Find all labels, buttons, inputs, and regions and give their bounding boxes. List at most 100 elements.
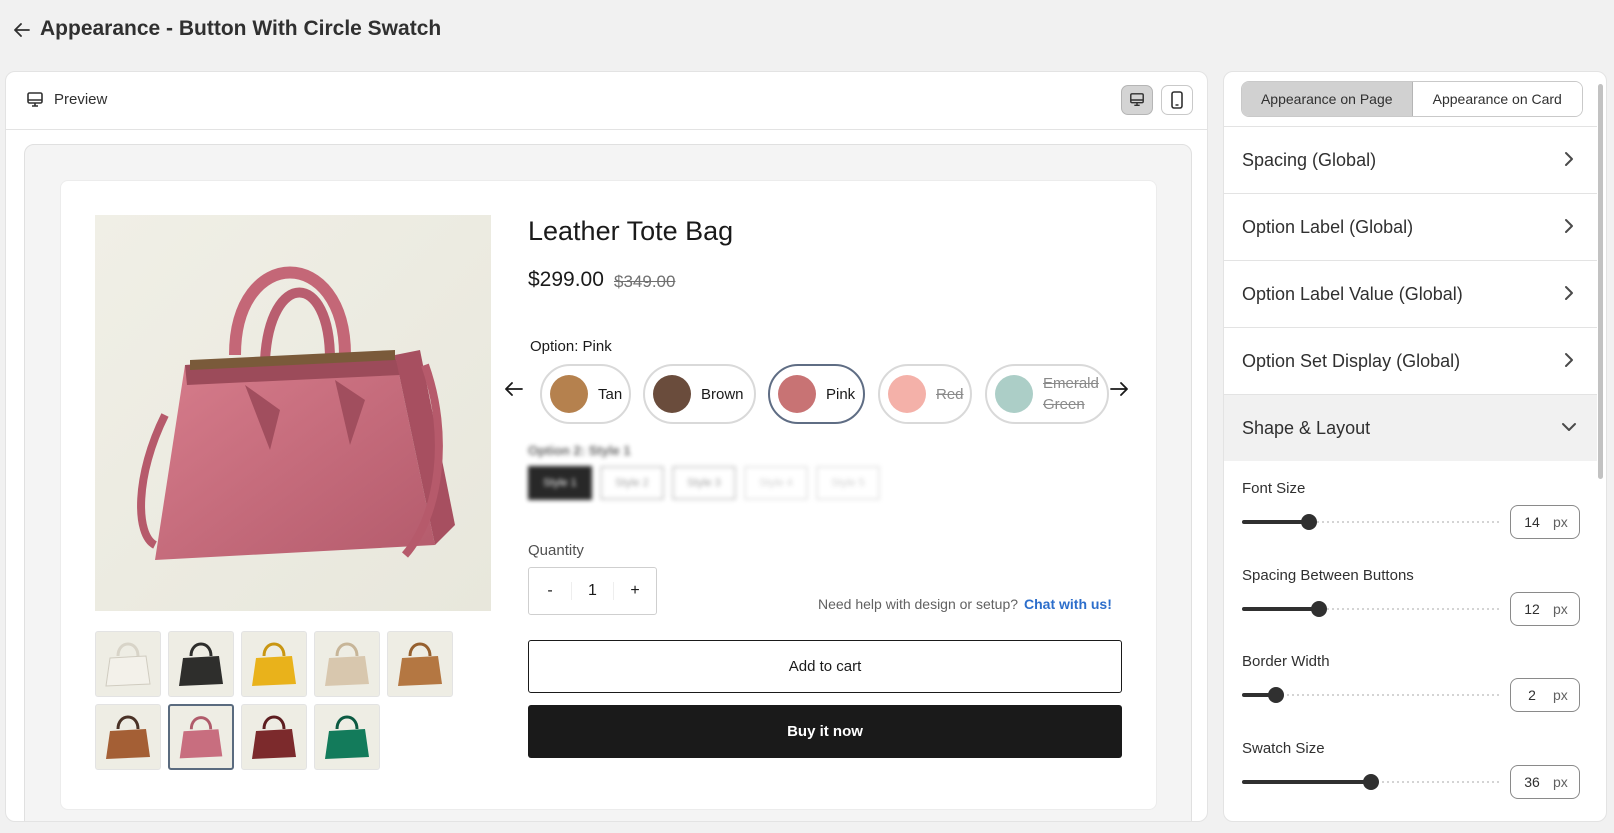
spacing-between-buttons-label: Spacing Between Buttons [1242,567,1414,584]
thumbnail-black[interactable] [168,631,234,697]
border-width-input[interactable]: 2 px [1510,678,1580,712]
style-button[interactable]: Style 2 [600,466,664,500]
swatch-size-input[interactable]: 36 px [1510,765,1580,799]
chevron-right-icon [1565,219,1573,233]
slider-handle[interactable] [1267,687,1284,703]
border-width-label: Border Width [1242,653,1330,670]
section-option-set-display[interactable]: Option Set Display (Global) [1224,327,1597,394]
quantity-increase-button[interactable]: + [614,582,656,600]
border-width-slider[interactable] [1242,687,1500,703]
quantity-label: Quantity [528,542,584,559]
product-title: Leather Tote Bag [528,216,734,246]
swatch-label: Emerald Green [1043,375,1099,413]
appearance-tabs: Appearance on Page Appearance on Card [1241,81,1583,117]
thumbnail-brown[interactable] [95,704,161,770]
section-label: Option Set Display (Global) [1242,350,1461,371]
input-unit: px [1553,687,1568,703]
input-unit: px [1553,601,1568,617]
swatch-label: Pink [826,385,856,403]
font-size-slider[interactable] [1242,514,1500,530]
swatch-color-dot [888,375,926,413]
section-spacing[interactable]: Spacing (Global) [1224,126,1597,193]
buy-now-button[interactable]: Buy it now [528,705,1122,758]
input-value: 14 [1524,514,1540,530]
section-option-label-value[interactable]: Option Label Value (Global) [1224,260,1597,327]
preview-canvas: Leather Tote Bag $299.00 $349.00 Option:… [24,144,1192,821]
font-size-input[interactable]: 14 px [1510,505,1580,539]
thumbnail-tan[interactable] [387,631,453,697]
slider-fill [1242,780,1371,784]
desktop-icon [1130,93,1144,107]
slider-fill [1242,520,1310,524]
desktop-view-button[interactable] [1121,85,1153,115]
add-to-cart-button[interactable]: Add to cart [528,640,1122,693]
page-title: Appearance - Button With Circle Swatch [40,17,442,40]
chevron-right-icon [1565,152,1573,166]
chat-link[interactable]: Chat with us! [1024,596,1112,612]
swatch-size-slider[interactable] [1242,774,1500,790]
preview-panel: Preview Leather Tote Bag $299.00 $349.00… [5,71,1208,822]
thumbnail-white[interactable] [95,631,161,697]
arrow-right-icon[interactable] [1107,377,1131,401]
option-label: Option: Pink [530,338,612,355]
style-button[interactable]: Style 3 [672,466,736,500]
tab-appearance-on-page[interactable]: Appearance on Page [1242,82,1413,116]
swatch-label: Brown [701,385,744,403]
product-card: Leather Tote Bag $299.00 $349.00 Option:… [60,180,1157,810]
slider-handle[interactable] [1311,601,1328,617]
scrollbar[interactable] [1598,84,1603,479]
section-option-label[interactable]: Option Label (Global) [1224,193,1597,260]
desktop-icon [27,92,43,107]
spacing-between-buttons-slider[interactable] [1242,601,1500,617]
chevron-right-icon [1565,353,1573,367]
help-text: Need help with design or setup? [818,596,1019,612]
slider-handle[interactable] [1301,514,1318,530]
product-compare-price: $349.00 [614,272,676,291]
swatch-brown[interactable]: Brown [643,364,756,424]
option2-label: Option 2: Style 1 [528,443,631,458]
mobile-view-button[interactable] [1161,85,1193,115]
tab-appearance-on-card[interactable]: Appearance on Card [1412,82,1582,116]
preview-label: Preview [54,91,108,108]
preview-header: Preview [6,72,1207,130]
swatch-color-dot [778,375,816,413]
option2-buttons: Style 1 Style 2 Style 3 Style 4 Style 5 [528,466,888,500]
swatch-emerald-green[interactable]: Emerald Green [985,364,1109,424]
input-value: 36 [1524,774,1540,790]
swatch-color-dot [995,375,1033,413]
swatch-color-dot [653,375,691,413]
swatch-pink[interactable]: Pink [768,364,865,424]
input-unit: px [1553,774,1568,790]
spacing-between-buttons-input[interactable]: 12 px [1510,592,1580,626]
thumbnail-beige[interactable] [314,631,380,697]
swatch-tan[interactable]: Tan [540,364,631,424]
style-button[interactable]: Style 4 [744,466,808,500]
thumbnail-green[interactable] [314,704,380,770]
slider-handle[interactable] [1363,774,1379,790]
product-price: $299.00 [528,268,604,291]
font-size-label: Font Size [1242,480,1306,497]
swatch-size-label: Swatch Size [1242,740,1325,757]
back-arrow-icon[interactable] [10,18,34,42]
swatch-color-dot [550,375,588,413]
swatch-red[interactable]: Red [878,364,972,424]
top-bar: Appearance - Button With Circle Swatch [0,0,1614,60]
mobile-icon [1171,91,1183,109]
quantity-value[interactable]: 1 [571,582,614,600]
swatch-label: Red [936,385,964,403]
style-button[interactable]: Style 1 [528,466,592,500]
thumbnail-pink[interactable] [168,704,234,770]
section-label: Option Label (Global) [1242,216,1414,237]
swatch-label: Tan [598,385,623,403]
chevron-right-icon [1565,286,1573,300]
arrow-left-icon[interactable] [502,377,526,401]
input-value: 2 [1528,687,1536,703]
input-unit: px [1553,514,1568,530]
section-shape-layout[interactable]: Shape & Layout [1224,394,1597,461]
product-main-image [95,215,491,611]
style-button[interactable]: Style 5 [816,466,880,500]
quantity-decrease-button[interactable]: - [529,582,571,600]
thumbnail-burgundy[interactable] [241,704,307,770]
thumbnail-yellow[interactable] [241,631,307,697]
section-label: Option Label Value (Global) [1242,283,1463,304]
